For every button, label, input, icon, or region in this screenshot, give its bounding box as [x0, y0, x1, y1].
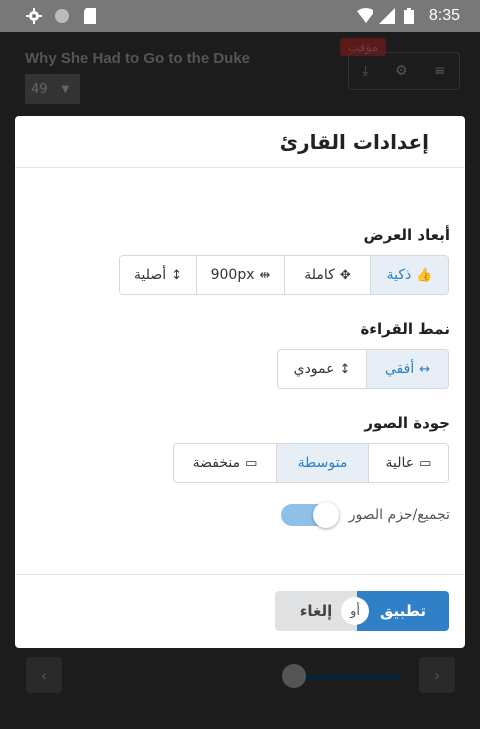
horizontal-arrows-icon: ↔ [419, 361, 431, 377]
hdd-high-icon: ▭ [419, 455, 432, 471]
display-size-smart-button[interactable]: 👍 ذكية [370, 256, 448, 294]
option-label: عمودي [293, 361, 335, 377]
sd-card-icon [82, 8, 98, 24]
quality-high-button[interactable]: ▭ عالية [368, 444, 448, 482]
option-label: ذكية [386, 267, 412, 283]
footer-buttons: تطبيق إلغاء أو [275, 591, 449, 631]
text-width-icon: ⇹ [259, 267, 271, 283]
reading-mode-group: ↔ أفقي ↕ عمودي [277, 349, 449, 389]
signal-icon [378, 8, 395, 24]
reader-settings-modal: إعدادات القارئ أبعاد العرض 👍 ذكية ✥ كامل… [15, 116, 465, 648]
reader-toolbar: ⤓ ⚙ ≡ [348, 52, 460, 90]
reading-mode-horizontal-button[interactable]: ↔ أفقي [366, 350, 448, 388]
next-page-button[interactable]: › [419, 657, 455, 693]
option-label: كاملة [304, 267, 335, 283]
display-size-original-button[interactable]: ↕ أصلية [120, 256, 196, 294]
status-bar: 8:35 [0, 0, 480, 32]
option-label: متوسطة [297, 455, 348, 471]
display-size-full-button[interactable]: ✥ كاملة [284, 256, 370, 294]
wifi-icon [356, 8, 373, 24]
or-divider: أو [341, 597, 369, 625]
quality-medium-button[interactable]: متوسطة [276, 444, 368, 482]
quality-low-button[interactable]: ▭ منخفضة [174, 444, 276, 482]
height-icon: ↕ [171, 267, 183, 283]
display-size-group: 👍 ذكية ✥ كاملة ⇹ 900px ↕ أصلية [119, 255, 449, 295]
display-size-900px-button[interactable]: ⇹ 900px [196, 256, 284, 294]
option-label: منخفضة [192, 455, 241, 471]
modal-footer: تطبيق إلغاء أو [15, 574, 465, 648]
circle-icon [54, 8, 70, 24]
display-size-label: أبعاد العرض [363, 226, 450, 244]
manga-title: Why She Had to Go to the Duke [25, 50, 251, 67]
chevron-right-icon: › [433, 665, 441, 685]
reading-mode-vertical-button[interactable]: ↕ عمودي [278, 350, 366, 388]
apply-button[interactable]: تطبيق [357, 591, 449, 631]
prev-page-button[interactable]: ‹ [26, 657, 62, 693]
reading-mode-label: نمط القراءة [360, 320, 450, 338]
battery-icon [401, 8, 417, 24]
bundle-images-row: تجميع/حزم الصور [280, 502, 450, 528]
chevron-left-icon: ‹ [40, 665, 48, 685]
menu-icon[interactable]: ≡ [434, 63, 446, 79]
image-quality-label: جودة الصور [364, 414, 450, 432]
chevron-down-icon: ▼ [61, 83, 70, 95]
page-slider-track[interactable] [290, 674, 402, 680]
image-quality-group: ▭ عالية متوسطة ▭ منخفضة [173, 443, 449, 483]
option-label: أصلية [133, 267, 167, 283]
option-label: أفقي [384, 361, 415, 377]
bundle-images-toggle[interactable] [280, 502, 339, 528]
status-time: 8:35 [428, 7, 460, 24]
gear-icon[interactable]: ⚙ [395, 63, 408, 79]
thumbs-up-icon: 👍 [416, 267, 433, 283]
vertical-arrows-icon: ↕ [339, 361, 351, 377]
option-label: عالية [385, 455, 415, 471]
bundle-images-label: تجميع/حزم الصور [348, 507, 450, 523]
page-slider-handle[interactable] [282, 664, 306, 688]
option-label: 900px [210, 267, 255, 283]
gear-icon [26, 8, 42, 24]
chapter-select[interactable]: 49 ▼ [25, 74, 80, 104]
download-icon[interactable]: ⤓ [362, 63, 368, 79]
hdd-low-icon: ▭ [245, 455, 258, 471]
modal-title: إعدادات القارئ [279, 129, 429, 154]
arrows-icon: ✥ [339, 267, 351, 283]
chapter-value: 49 [31, 81, 48, 97]
toggle-knob [312, 502, 339, 528]
modal-header: إعدادات القارئ [15, 116, 465, 168]
